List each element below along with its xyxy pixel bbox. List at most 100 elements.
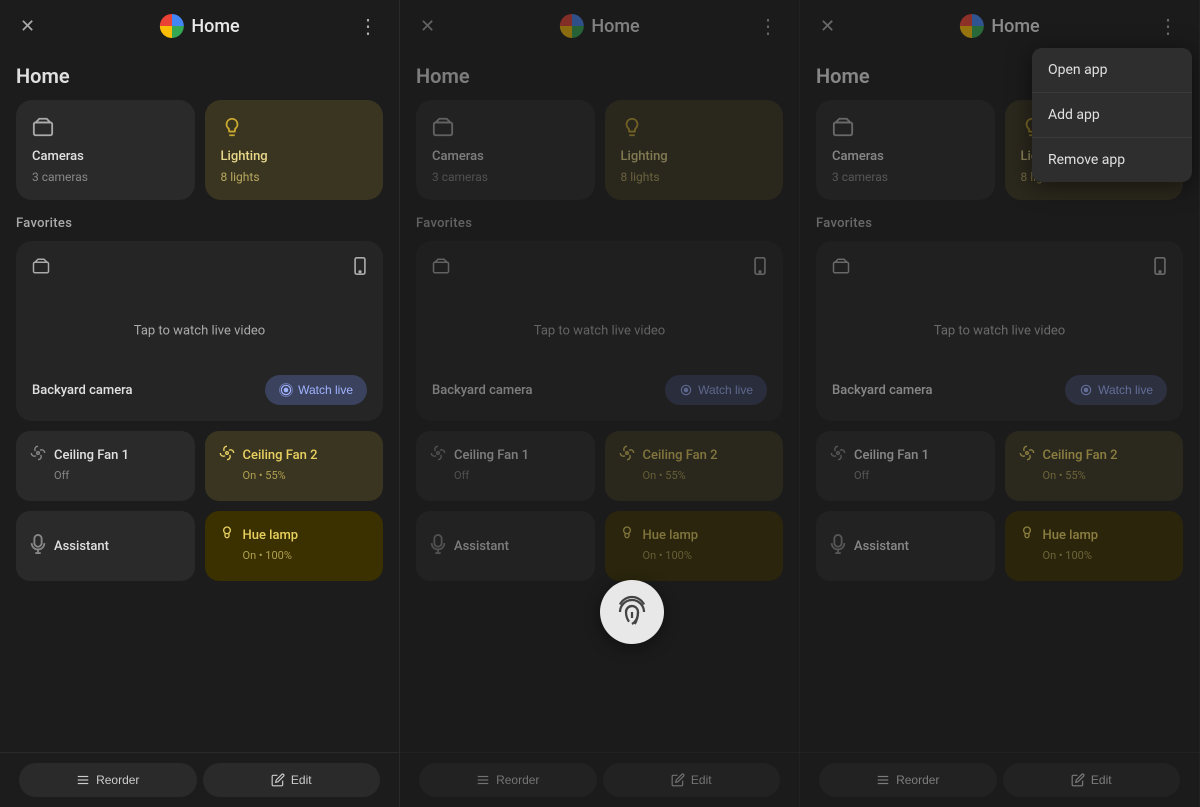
panel-1-dots-menu[interactable]: ⋮ xyxy=(354,10,383,42)
camera-card-3-top xyxy=(832,257,1167,280)
ceiling-fan-1-name: Ceiling Fan 1 xyxy=(54,448,129,463)
google-home-icon-2 xyxy=(559,14,583,38)
reorder-btn-2[interactable]: Reorder xyxy=(419,763,597,797)
cameras-name-3: Cameras xyxy=(832,149,979,164)
camera-card-1[interactable]: Tap to watch live video Backyard camera … xyxy=(16,241,383,421)
panel-1-title: Home xyxy=(191,16,239,37)
watch-live-btn-1[interactable]: Watch live xyxy=(265,375,367,405)
cameras-card-2[interactable]: Cameras 3 cameras xyxy=(416,100,595,200)
watch-live-btn-3[interactable]: Watch live xyxy=(1065,375,1167,405)
panel-1-section-title: Home xyxy=(16,64,383,88)
assistant-icon-3 xyxy=(830,534,846,559)
assistant-icon-1 xyxy=(30,534,46,559)
hue-lamp-1-icon xyxy=(219,525,235,545)
lighting-card[interactable]: Lighting 8 lights xyxy=(205,100,384,200)
panel-2: ✕ Home ⋮ Home Cameras 3 cameras Lighting… xyxy=(400,0,800,807)
assistant-card-3[interactable]: Assistant xyxy=(816,511,995,581)
hue-status-2: On • 100% xyxy=(643,549,770,562)
fan2-status-2: On • 55% xyxy=(643,469,770,482)
ceiling-fan-1-card-2[interactable]: Ceiling Fan 1 Off xyxy=(416,431,595,501)
fan1-top-2: Ceiling Fan 1 xyxy=(430,445,581,465)
google-home-icon-1 xyxy=(159,14,183,38)
device-grid-1: Ceiling Fan 1 Off Ceiling Fan 2 On • 55% xyxy=(16,431,383,501)
assistant-name-3: Assistant xyxy=(854,539,909,554)
panel-2-header: ✕ Home ⋮ xyxy=(400,0,799,52)
cameras-icon xyxy=(32,116,179,143)
hue-status-3: On • 100% xyxy=(1043,549,1170,562)
ceiling-fan-2-top: Ceiling Fan 2 xyxy=(219,445,370,465)
edit-label-1: Edit xyxy=(291,773,312,787)
panel-2-section-title: Home xyxy=(416,64,783,88)
hue-icon-2 xyxy=(619,525,635,545)
camera-small-icon-1 xyxy=(32,257,50,280)
assistant-card-2[interactable]: Assistant xyxy=(416,511,595,581)
camera-card-2-bottom: Backyard camera Watch live xyxy=(432,375,767,405)
fan2-card-3[interactable]: Ceiling Fan 2 On • 55% xyxy=(1005,431,1184,501)
lighting-name: Lighting xyxy=(221,149,368,164)
panel-2-dots-menu[interactable]: ⋮ xyxy=(754,10,783,42)
panel-2-close-btn[interactable]: ✕ xyxy=(416,12,439,41)
panel-1-footer: Reorder Edit xyxy=(0,752,399,807)
panel-2-content: Home Cameras 3 cameras Lighting 8 lights… xyxy=(400,52,799,752)
edit-btn-1[interactable]: Edit xyxy=(203,763,381,797)
reorder-label-3: Reorder xyxy=(896,773,939,787)
cameras-icon-2 xyxy=(432,116,579,143)
camera-card-2[interactable]: Tap to watch live video Backyard camera … xyxy=(416,241,783,421)
camera-card-3[interactable]: Tap to watch live video Backyard camera … xyxy=(816,241,1183,421)
favorites-label-1: Favorites xyxy=(16,216,383,231)
assistant-name-1: Assistant xyxy=(54,539,109,554)
panel-1-close-btn[interactable]: ✕ xyxy=(16,12,39,41)
edit-btn-3[interactable]: Edit xyxy=(1003,763,1181,797)
hue-top-2: Hue lamp xyxy=(619,525,770,545)
ceiling-fan-2-card[interactable]: Ceiling Fan 2 On • 55% xyxy=(205,431,384,501)
assistant-lamp-grid-1: Assistant Hue lamp On • 100% xyxy=(16,511,383,581)
cameras-sub-3: 3 cameras xyxy=(832,170,979,184)
fan1-icon-2 xyxy=(430,445,446,465)
ceiling-fan-1-icon xyxy=(30,445,46,465)
reorder-btn-1[interactable]: Reorder xyxy=(19,763,197,797)
cameras-sub-2: 3 cameras xyxy=(432,170,579,184)
lighting-icon-2 xyxy=(621,116,768,143)
panel-1-category-grid: Cameras 3 cameras Lighting 8 lights xyxy=(16,100,383,200)
lighting-card-2[interactable]: Lighting 8 lights xyxy=(605,100,784,200)
hue-lamp-card-1[interactable]: Hue lamp On • 100% xyxy=(205,511,384,581)
panel-2-footer: Reorder Edit xyxy=(400,752,799,807)
edit-btn-2[interactable]: Edit xyxy=(603,763,781,797)
cameras-sub: 3 cameras xyxy=(32,170,179,184)
hue-top-3: Hue lamp xyxy=(1019,525,1170,545)
panel-1-header: ✕ Home ⋮ xyxy=(0,0,399,52)
camera-card-1-bottom: Backyard camera Watch live xyxy=(32,375,367,405)
device-grid-2: Ceiling Fan 1 Off Ceiling Fan 2 On • 55% xyxy=(416,431,783,501)
cameras-card[interactable]: Cameras 3 cameras xyxy=(16,100,195,200)
watch-live-label-2: Watch live xyxy=(698,383,753,397)
cameras-name: Cameras xyxy=(32,149,179,164)
fan1-top-3: Ceiling Fan 1 xyxy=(830,445,981,465)
ceiling-fan-2-card-2[interactable]: Ceiling Fan 2 On • 55% xyxy=(605,431,784,501)
edit-label-2: Edit xyxy=(691,773,712,787)
fan1-card-3[interactable]: Ceiling Fan 1 Off xyxy=(816,431,995,501)
context-menu-add-app[interactable]: Add app xyxy=(1032,93,1192,138)
ceiling-fan-1-card[interactable]: Ceiling Fan 1 Off xyxy=(16,431,195,501)
panel-3-dots-menu[interactable]: ⋮ xyxy=(1154,10,1183,42)
watch-live-btn-2[interactable]: Watch live xyxy=(665,375,767,405)
edit-label-3: Edit xyxy=(1091,773,1112,787)
fingerprint-fab[interactable] xyxy=(600,580,664,644)
camera-name-2: Backyard camera xyxy=(432,383,533,398)
panel-1-content: Home Cameras 3 cameras Lighting xyxy=(0,52,399,752)
favorites-label-3: Favorites xyxy=(816,216,1183,231)
hue-lamp-card-3[interactable]: Hue lamp On • 100% xyxy=(1005,511,1184,581)
camera-phone-icon-2 xyxy=(753,257,767,279)
fan2-name-3: Ceiling Fan 2 xyxy=(1043,448,1118,463)
hue-lamp-card-2[interactable]: Hue lamp On • 100% xyxy=(605,511,784,581)
panel-2-category-grid: Cameras 3 cameras Lighting 8 lights xyxy=(416,100,783,200)
panel-3-close-btn[interactable]: ✕ xyxy=(816,12,839,41)
context-menu-remove-app[interactable]: Remove app xyxy=(1032,138,1192,182)
fan2-top-3: Ceiling Fan 2 xyxy=(1019,445,1170,465)
panel-1: ✕ Home ⋮ Home Cameras 3 cameras xyxy=(0,0,400,807)
assistant-card-1[interactable]: Assistant xyxy=(16,511,195,581)
context-menu-open-app[interactable]: Open app xyxy=(1032,48,1192,93)
lighting-icon xyxy=(221,116,368,143)
reorder-btn-3[interactable]: Reorder xyxy=(819,763,997,797)
camera-small-icon-2 xyxy=(432,257,450,280)
cameras-card-3[interactable]: Cameras 3 cameras xyxy=(816,100,995,200)
